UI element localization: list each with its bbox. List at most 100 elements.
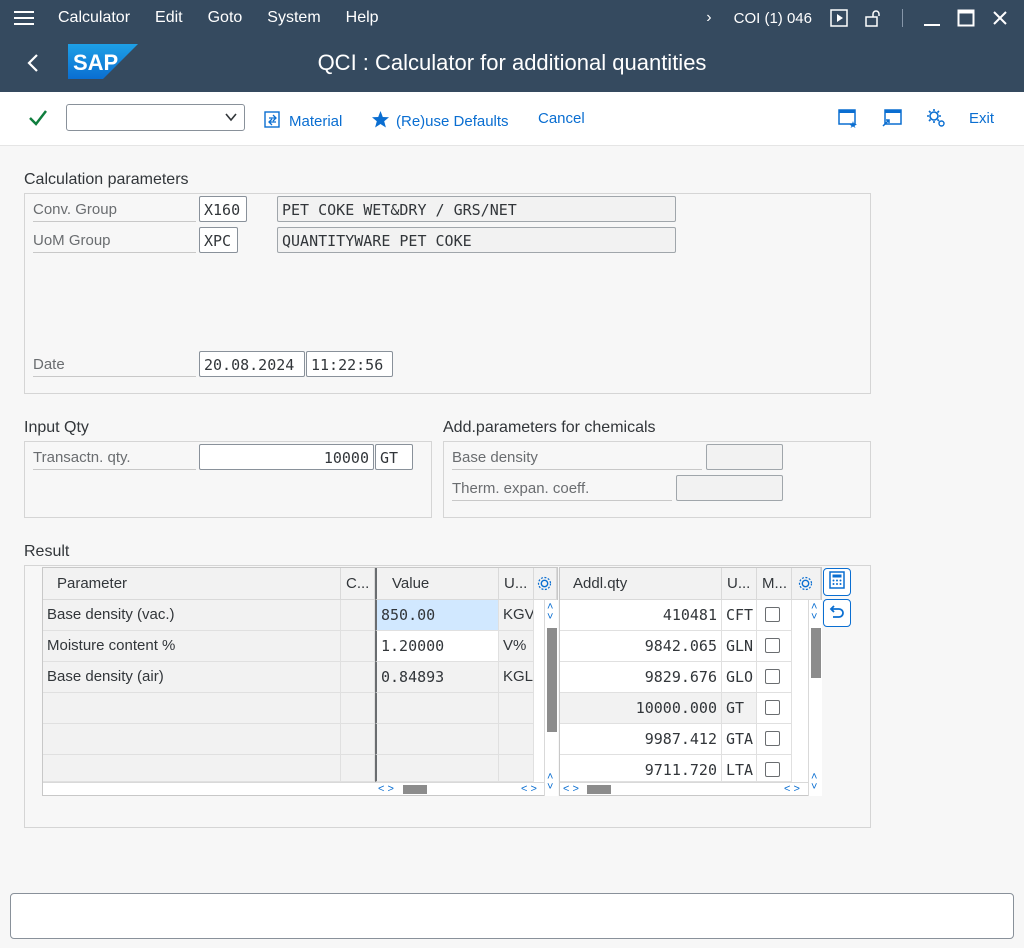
table-row-param bbox=[43, 755, 341, 782]
col-header-unit[interactable]: U... bbox=[499, 568, 534, 600]
table-settings-gear-icon[interactable] bbox=[534, 568, 557, 600]
conv-group-label: Conv. Group bbox=[33, 201, 196, 222]
scroll-left-right-icon[interactable]: ˂ ˃ bbox=[784, 784, 800, 795]
uom-group-code-field[interactable]: XPC bbox=[199, 227, 238, 253]
material-label: Material bbox=[289, 113, 343, 130]
row-checkbox[interactable] bbox=[765, 731, 780, 746]
table-row-unit bbox=[499, 693, 534, 724]
table-row-qty: 9829.676 bbox=[560, 662, 722, 693]
menu-goto[interactable]: Goto bbox=[208, 9, 243, 27]
command-field[interactable] bbox=[66, 104, 245, 131]
enter-check-icon[interactable] bbox=[28, 109, 48, 133]
table-settings-gear-icon[interactable] bbox=[792, 568, 821, 600]
row-checkbox[interactable] bbox=[765, 638, 780, 653]
col-header-m[interactable]: M... bbox=[757, 568, 792, 600]
scroll-up-icon[interactable]: ˄ ˅ bbox=[811, 602, 817, 623]
table-row-unit bbox=[499, 755, 534, 782]
menu-bar: Calculator Edit Goto System Help › COI (… bbox=[0, 0, 1024, 36]
table-row-unit: LTA bbox=[722, 755, 757, 782]
table-row-value-selected[interactable]: 850.00 bbox=[375, 600, 499, 631]
row-checkbox[interactable] bbox=[765, 607, 780, 622]
additional-quantities-table: Addl.qty U... M... 410481 CFT 9842.065 G… bbox=[559, 567, 822, 796]
scrollbar-thumb[interactable] bbox=[811, 628, 821, 678]
base-density-field bbox=[706, 444, 783, 470]
cancel-label: Cancel bbox=[538, 110, 585, 127]
table-row-param: Moisture content % bbox=[43, 631, 341, 662]
calculator-icon bbox=[829, 571, 845, 593]
session-info: COI (1) 046 bbox=[733, 9, 812, 27]
table-row-c bbox=[341, 724, 375, 755]
table-row-value bbox=[375, 693, 499, 724]
parameters-table: Parameter C... Value U... Base density (… bbox=[42, 567, 558, 796]
time-field[interactable]: 11:22:56 bbox=[306, 351, 393, 377]
hamburger-menu-icon[interactable] bbox=[14, 7, 34, 29]
new-window-icon[interactable] bbox=[838, 108, 858, 132]
h-scrollbar-thumb[interactable] bbox=[587, 785, 611, 794]
col-header-addl-qty[interactable]: Addl.qty bbox=[560, 568, 722, 600]
menu-help[interactable]: Help bbox=[346, 9, 379, 27]
vertical-scrollbar[interactable]: ˄ ˅ ˄ ˅ bbox=[544, 600, 558, 796]
row-checkbox[interactable] bbox=[765, 700, 780, 715]
close-icon[interactable] bbox=[990, 8, 1010, 28]
menu-edit[interactable]: Edit bbox=[155, 9, 183, 27]
col-header-parameter[interactable]: Parameter bbox=[43, 568, 341, 600]
chevron-down-icon[interactable] bbox=[224, 110, 238, 128]
table-row-checkbox-cell bbox=[757, 600, 792, 631]
calculator-button[interactable] bbox=[823, 568, 851, 596]
table-row-qty: 9711.720 bbox=[560, 755, 722, 782]
table-row-c bbox=[341, 600, 375, 631]
unlock-icon[interactable] bbox=[863, 8, 883, 28]
scroll-up-icon[interactable]: ˄ ˅ bbox=[547, 602, 553, 623]
scroll-down-icon[interactable]: ˄ ˅ bbox=[547, 772, 553, 793]
menu-system[interactable]: System bbox=[267, 9, 320, 27]
table-row-param bbox=[43, 724, 341, 755]
scroll-left-right-icon[interactable]: ˂ ˃ bbox=[378, 784, 394, 795]
reuse-defaults-button[interactable]: (Re)use Defaults bbox=[371, 110, 509, 133]
maximize-icon[interactable] bbox=[956, 8, 976, 28]
date-field[interactable]: 20.08.2024 bbox=[199, 351, 305, 377]
scroll-down-icon[interactable]: ˄ ˅ bbox=[811, 772, 817, 793]
horizontal-scrollbar[interactable]: ˂ ˃ ˂ ˃ bbox=[43, 782, 544, 795]
vertical-scrollbar[interactable]: ˄ ˅ ˄ ˅ bbox=[808, 600, 822, 796]
horizontal-scrollbar[interactable]: ˂ ˃ ˂ ˃ bbox=[560, 782, 808, 795]
table-row-checkbox-cell bbox=[757, 662, 792, 693]
h-scrollbar-thumb[interactable] bbox=[403, 785, 427, 794]
row-checkbox[interactable] bbox=[765, 762, 780, 777]
cancel-button[interactable]: Cancel bbox=[538, 110, 585, 127]
table-row-value[interactable]: 1.20000 bbox=[375, 631, 499, 662]
table-row-c bbox=[341, 631, 375, 662]
table-row-c bbox=[341, 693, 375, 724]
generate-shortcut-icon[interactable] bbox=[882, 108, 902, 132]
col-header-value[interactable]: Value bbox=[375, 568, 499, 600]
status-bar[interactable] bbox=[10, 893, 1014, 939]
table-row-unit: GT bbox=[722, 693, 757, 724]
scroll-left-right-icon[interactable]: ˂ ˃ bbox=[521, 784, 537, 795]
conv-group-desc-field: PET COKE WET&DRY / GRS/NET bbox=[277, 196, 676, 222]
col-header-c[interactable]: C... bbox=[341, 568, 375, 600]
col-header-unit[interactable]: U... bbox=[722, 568, 757, 600]
undo-button[interactable] bbox=[823, 599, 851, 627]
play-icon[interactable] bbox=[829, 8, 849, 28]
table-row-qty: 9842.065 bbox=[560, 631, 722, 662]
table-row-c bbox=[341, 755, 375, 782]
conv-group-code-field[interactable]: X160 bbox=[199, 196, 247, 222]
menu-calculator[interactable]: Calculator bbox=[58, 9, 130, 27]
row-checkbox[interactable] bbox=[765, 669, 780, 684]
expand-chevron-icon[interactable]: › bbox=[706, 9, 711, 27]
exit-button[interactable]: Exit bbox=[969, 110, 994, 127]
uom-group-desc-field: QUANTITYWARE PET COKE bbox=[277, 227, 676, 253]
minimize-icon[interactable] bbox=[922, 8, 942, 28]
undo-arrow-icon bbox=[829, 603, 845, 623]
scrollbar-thumb[interactable] bbox=[547, 628, 557, 732]
transaction-qty-field[interactable]: 10000 bbox=[199, 444, 374, 470]
transaction-qty-unit-field[interactable]: GT bbox=[375, 444, 413, 470]
table-row-param: Base density (air) bbox=[43, 662, 341, 693]
scroll-left-right-icon[interactable]: ˂ ˃ bbox=[563, 784, 579, 795]
material-button[interactable]: Material bbox=[264, 110, 342, 133]
settings-gear-icon[interactable] bbox=[926, 108, 946, 132]
therm-expansion-field bbox=[676, 475, 783, 501]
chem-params-title: Add.parameters for chemicals bbox=[443, 419, 656, 436]
table-row-checkbox-cell bbox=[757, 724, 792, 755]
table-row-unit: GTA bbox=[722, 724, 757, 755]
uom-group-label: UoM Group bbox=[33, 232, 196, 253]
